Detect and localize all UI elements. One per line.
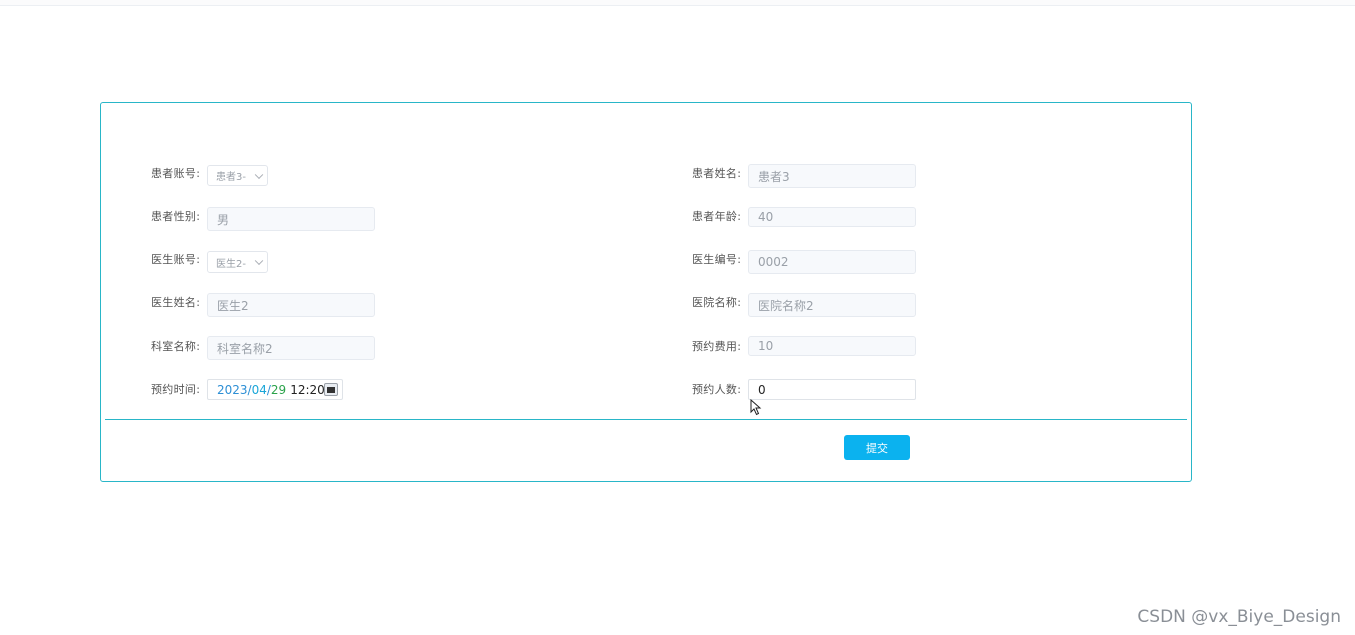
appointment-form-panel: 患者账号: 患者3- 患者姓名: 患者3 患者性别: 男 患者年龄: 40 医生… bbox=[100, 102, 1192, 482]
patient-account-value: 患者3- bbox=[216, 172, 246, 183]
time-value: 12:20 bbox=[290, 382, 325, 397]
mouse-cursor-icon bbox=[750, 399, 762, 416]
chevron-down-icon bbox=[254, 170, 264, 179]
doctor-name-value: 医生2 bbox=[217, 298, 249, 313]
date-month: 04 bbox=[251, 382, 267, 397]
doctor-number-input[interactable]: 0002 bbox=[748, 250, 916, 274]
department-name-input[interactable]: 科室名称2 bbox=[207, 336, 375, 360]
calendar-icon[interactable] bbox=[324, 383, 338, 396]
top-bar bbox=[0, 0, 1355, 6]
form-divider bbox=[105, 419, 1187, 420]
appointment-count-label: 预约人数: bbox=[692, 383, 742, 396]
hospital-name-label: 医院名称: bbox=[692, 296, 742, 309]
patient-account-select[interactable]: 患者3- bbox=[207, 165, 268, 186]
patient-account-label: 患者账号: bbox=[151, 167, 201, 180]
appointment-count-input[interactable]: 0 bbox=[748, 379, 916, 400]
appointment-count-value: 0 bbox=[758, 382, 766, 397]
department-name-label: 科室名称: bbox=[151, 340, 201, 353]
doctor-account-label: 医生账号: bbox=[151, 253, 201, 266]
patient-gender-value: 男 bbox=[217, 212, 230, 227]
appointment-fee-label: 预约费用: bbox=[692, 340, 742, 353]
patient-gender-label: 患者性别: bbox=[151, 210, 201, 223]
doctor-name-label: 医生姓名: bbox=[151, 296, 201, 309]
patient-name-label: 患者姓名: bbox=[692, 167, 742, 180]
submit-button[interactable]: 提交 bbox=[844, 435, 910, 460]
patient-name-value: 患者3 bbox=[758, 169, 790, 184]
appointment-fee-input[interactable]: 10 bbox=[748, 336, 916, 356]
doctor-account-select[interactable]: 医生2- bbox=[207, 251, 268, 273]
watermark: CSDN @vx_Biye_Design bbox=[1137, 607, 1341, 627]
patient-age-value: 40 bbox=[758, 210, 774, 224]
doctor-name-input[interactable]: 医生2 bbox=[207, 293, 375, 317]
patient-gender-input[interactable]: 男 bbox=[207, 207, 375, 231]
appointment-time-input[interactable]: 2023/04/29 12:20 bbox=[207, 379, 343, 400]
date-day: 29 bbox=[270, 382, 287, 397]
department-name-value: 科室名称2 bbox=[217, 341, 273, 356]
patient-age-input[interactable]: 40 bbox=[748, 207, 916, 227]
doctor-number-label: 医生编号: bbox=[692, 253, 742, 266]
hospital-name-value: 医院名称2 bbox=[758, 298, 814, 313]
hospital-name-input[interactable]: 医院名称2 bbox=[748, 293, 916, 317]
appointment-time-label: 预约时间: bbox=[151, 383, 201, 396]
appointment-fee-value: 10 bbox=[758, 339, 774, 353]
date-year: 2023 bbox=[217, 382, 248, 397]
chevron-down-icon bbox=[254, 256, 264, 266]
patient-name-input[interactable]: 患者3 bbox=[748, 164, 916, 188]
patient-age-label: 患者年龄: bbox=[692, 210, 742, 223]
doctor-number-value: 0002 bbox=[758, 255, 789, 269]
doctor-account-value: 医生2- bbox=[216, 258, 246, 270]
